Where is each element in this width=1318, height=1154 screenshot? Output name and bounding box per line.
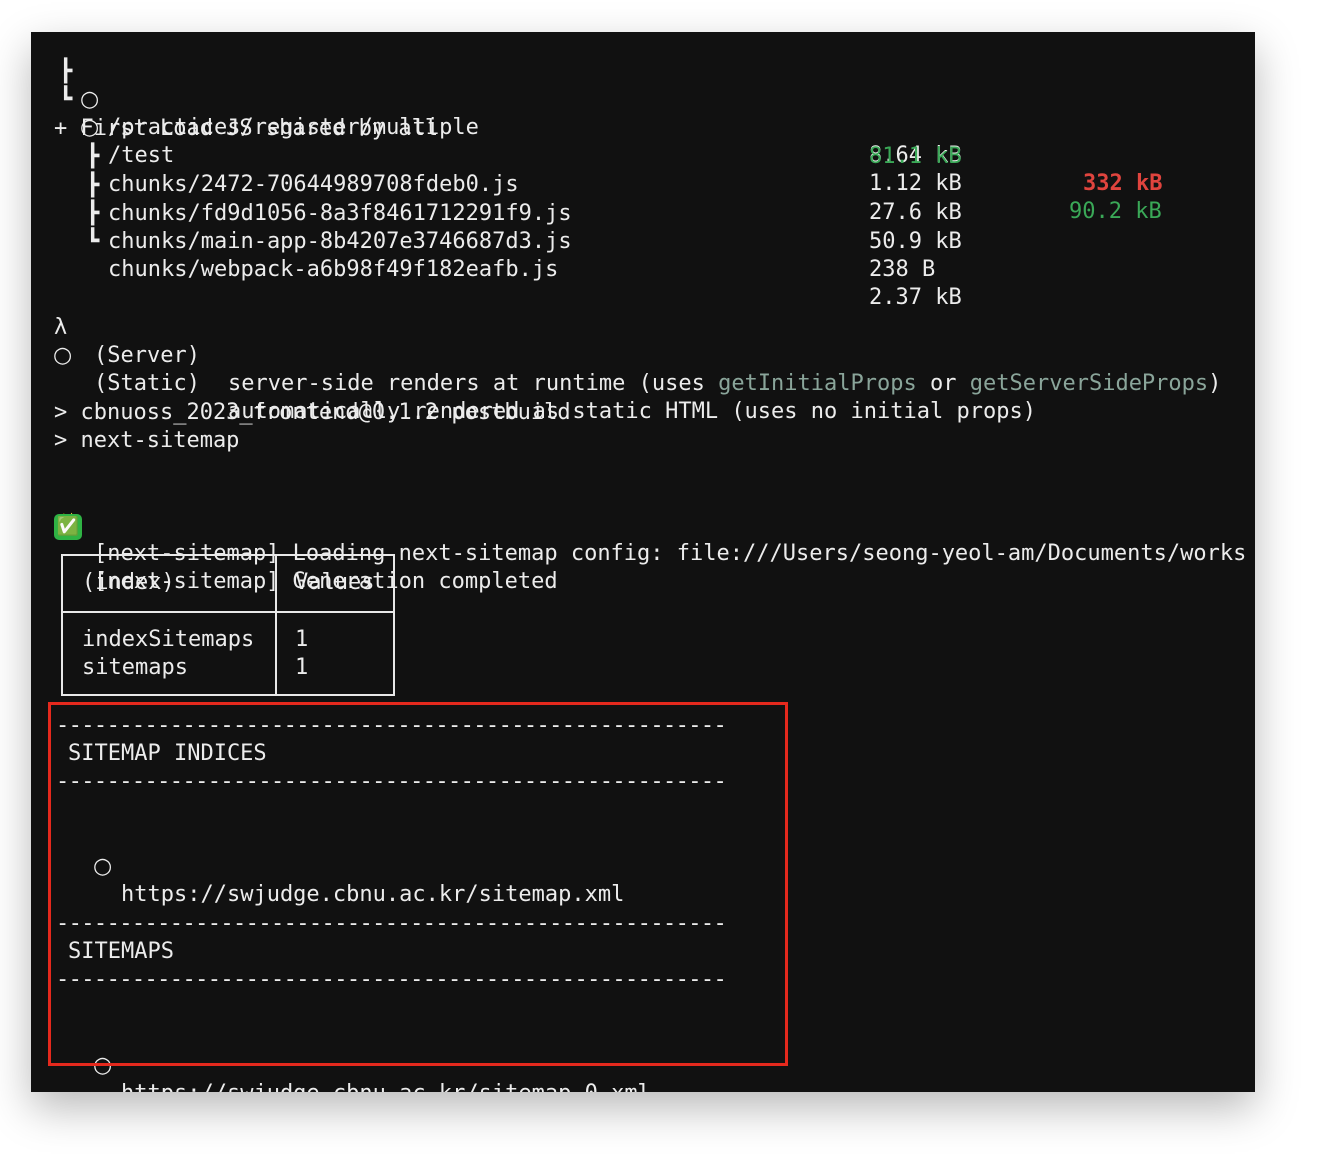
chunk-name: chunks/main-app-8b4207e3746687d3.js <box>108 229 572 254</box>
chunk-name: chunks/2472-70644989708fdeb0.js <box>108 172 519 197</box>
chunk-name: chunks/fd9d1056-8a3f8461712291f9.js <box>108 201 572 226</box>
table-cell-key: sitemaps <box>82 655 188 680</box>
chunk-size: 238 B <box>869 257 936 282</box>
api-name: getInitialProps <box>718 371 917 396</box>
table-header-values: Values <box>295 570 375 595</box>
tree-connector: ┣ <box>86 144 100 169</box>
tree-connector: ┣ <box>86 173 100 198</box>
chunk-size: 27.6 kB <box>869 200 962 225</box>
table-cell-key: indexSitemaps <box>82 627 255 652</box>
check-mark-icon: ✅ <box>54 514 82 540</box>
shared-size: 81.1 kB <box>869 144 962 169</box>
table-header-index: (index) <box>82 570 175 595</box>
table-divider <box>63 611 393 613</box>
highlight-box <box>48 702 788 1066</box>
route-first-load: 332 kB <box>1083 171 1163 196</box>
terminal-window: ┣ ○ /practices/register/multiple 8.64 kB… <box>31 32 1255 1092</box>
tree-connector: ┗ <box>86 229 100 254</box>
shared-label: + First Load JS shared by all <box>54 116 439 141</box>
chunk-size: 50.9 kB <box>869 229 962 254</box>
chunk-size: 2.37 kB <box>869 285 962 310</box>
table-divider <box>275 556 277 694</box>
legend-type: (Server) <box>94 343 200 368</box>
legend-type: (Static) <box>94 371 200 396</box>
static-bullet-icon: ○ <box>53 343 73 368</box>
api-name: getServerSideProps <box>969 371 1209 396</box>
sitemap-url: https://swjudge.cbnu.ac.kr/sitemap-0.xml <box>121 1080 651 1092</box>
route-path: /test <box>108 143 175 168</box>
tree-connector: ┣ <box>86 201 100 226</box>
table-cell-value: 1 <box>295 655 309 680</box>
console-table: (index) Values indexSitemaps 1 sitemaps … <box>61 554 395 696</box>
route-size: 1.12 kB <box>869 171 962 196</box>
postbuild-line: > next-sitemap <box>54 428 240 453</box>
route-first-load: 90.2 kB <box>1069 199 1162 224</box>
postbuild-line: > cbnuoss_2023_frontend@0.1.2 postbuild <box>54 400 571 425</box>
legend-description: server-side renders at runtime (uses get… <box>228 371 1222 396</box>
table-cell-value: 1 <box>295 627 309 652</box>
chunk-name: chunks/webpack-a6b98f49f182eafb.js <box>108 257 559 282</box>
